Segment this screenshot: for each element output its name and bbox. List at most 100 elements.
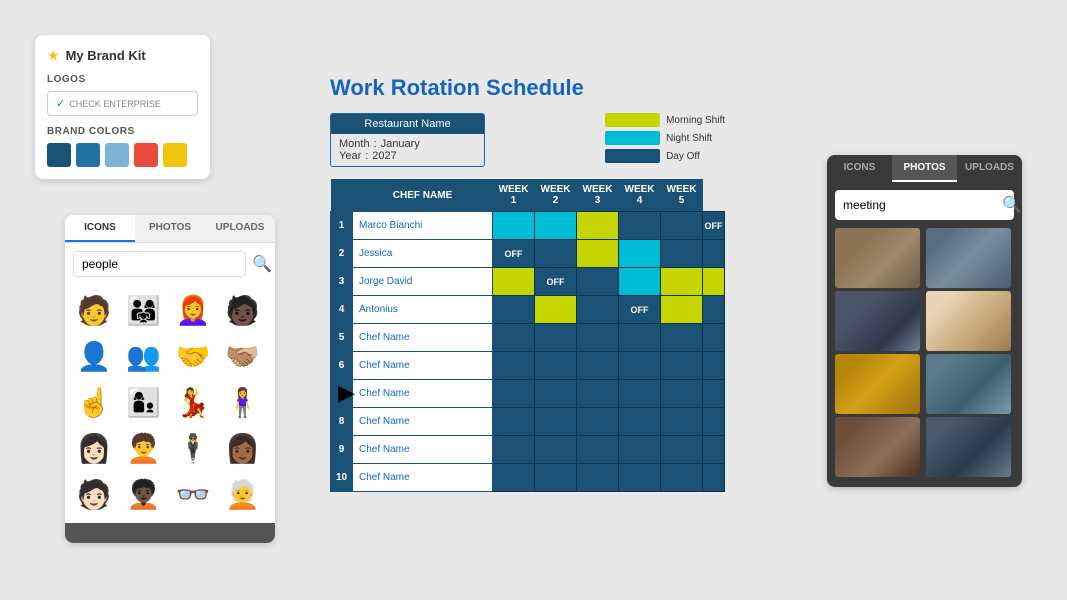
week-cell xyxy=(493,408,535,436)
week-cell xyxy=(577,352,619,380)
week-cell xyxy=(703,436,725,464)
icon-cell-15[interactable]: 🕴️ xyxy=(172,427,214,469)
photos-search-icon[interactable]: 🔍 xyxy=(1002,195,1022,215)
photo-thumb-6[interactable] xyxy=(926,354,1011,414)
legend-night-shift: Night Shift xyxy=(605,131,725,145)
icons-panel: ICONS PHOTOS UPLOADS 🔍 🧑 👨‍👩‍👧 👩‍🦰 🧑🏿 👤 … xyxy=(65,215,275,543)
week-cell xyxy=(619,380,661,408)
photo-thumb-3[interactable] xyxy=(835,291,920,351)
tab-uploads[interactable]: UPLOADS xyxy=(205,215,275,242)
week-cell: OFF xyxy=(535,268,577,296)
photo-thumb-2[interactable] xyxy=(926,228,1011,288)
icon-cell-6[interactable]: 👥 xyxy=(123,335,165,377)
week-cell xyxy=(535,212,577,240)
chef-name-cell: Jessica xyxy=(353,240,493,268)
icon-cell-3[interactable]: 👩‍🦰 xyxy=(172,289,214,331)
icon-cell-9[interactable]: ☝️ xyxy=(73,381,115,423)
icon-cell-18[interactable]: 🧑🏿‍🦱 xyxy=(123,473,165,515)
photos-tab-uploads[interactable]: UPLOADS xyxy=(957,155,1022,182)
photo-thumb-4[interactable] xyxy=(926,291,1011,351)
morning-shift-color xyxy=(605,113,660,127)
morning-shift-label: Morning Shift xyxy=(666,115,725,126)
table-row: 7Chef Name xyxy=(331,380,725,408)
photo-thumb-8[interactable] xyxy=(926,417,1011,477)
chef-name-cell: Chef Name xyxy=(353,464,493,492)
icon-cell-19[interactable]: 👓 xyxy=(172,473,214,515)
week-cell xyxy=(577,240,619,268)
week-cell: OFF xyxy=(703,212,725,240)
color-swatch-5[interactable] xyxy=(163,143,187,167)
color-swatch-2[interactable] xyxy=(76,143,100,167)
photos-tab-icons[interactable]: ICONS xyxy=(827,155,892,182)
schedule-container: Work Rotation Schedule Restaurant Name M… xyxy=(330,75,725,492)
icon-cell-11[interactable]: 💃 xyxy=(172,381,214,423)
chef-name-cell: Chef Name xyxy=(353,324,493,352)
table-row: 1Marco BianchiOFF xyxy=(331,212,725,240)
tab-photos[interactable]: PHOTOS xyxy=(135,215,205,242)
photo-thumb-7[interactable] xyxy=(835,417,920,477)
photo-thumb-1[interactable] xyxy=(835,228,920,288)
check-enterprise-button[interactable]: ✓ CHECK ENTERPRISE xyxy=(47,91,198,116)
chef-name-cell: Chef Name xyxy=(353,352,493,380)
icon-cell-17[interactable]: 🧑🏻 xyxy=(73,473,115,515)
row-number: 4 xyxy=(331,296,353,324)
week-cell xyxy=(493,352,535,380)
photos-search-input[interactable] xyxy=(843,198,998,212)
checkmark-icon: ✓ xyxy=(56,97,65,110)
table-row: 9Chef Name xyxy=(331,436,725,464)
year-value: 2027 xyxy=(372,150,396,162)
week-cell xyxy=(661,408,703,436)
week-cell xyxy=(703,464,725,492)
icon-cell-14[interactable]: 🧑‍🦱 xyxy=(123,427,165,469)
week-cell xyxy=(577,268,619,296)
week-cell xyxy=(703,296,725,324)
table-row: 6Chef Name xyxy=(331,352,725,380)
schedule-legend: Morning Shift Night Shift Day Off xyxy=(605,113,725,163)
icon-cell-13[interactable]: 👩🏻 xyxy=(73,427,115,469)
photos-search-bar: 🔍 xyxy=(835,190,1014,220)
icon-cell-8[interactable]: 🫱🏽‍🫲🏼 xyxy=(222,335,264,377)
color-swatch-3[interactable] xyxy=(105,143,129,167)
icon-grid: 🧑 👨‍👩‍👧 👩‍🦰 🧑🏿 👤 👥 🤝 🫱🏽‍🫲🏼 ☝️ 👩‍👦 💃 🧍‍♀️… xyxy=(65,285,275,523)
icon-cell-20[interactable]: 🧑‍🦳 xyxy=(222,473,264,515)
week-cell xyxy=(493,436,535,464)
week-cell xyxy=(661,464,703,492)
week-cell xyxy=(493,268,535,296)
color-swatch-4[interactable] xyxy=(134,143,158,167)
legend-morning-shift: Morning Shift xyxy=(605,113,725,127)
icon-cell-16[interactable]: 👩🏾 xyxy=(222,427,264,469)
header-week4: WEEK 4 xyxy=(619,179,661,212)
photos-tab-photos[interactable]: PHOTOS xyxy=(892,155,957,182)
week-cell xyxy=(577,408,619,436)
icon-cell-12[interactable]: 🧍‍♀️ xyxy=(222,381,264,423)
color-swatch-1[interactable] xyxy=(47,143,71,167)
week-cell xyxy=(703,240,725,268)
week-cell xyxy=(535,352,577,380)
week-cell: OFF xyxy=(619,296,661,324)
row-number: 5 xyxy=(331,324,353,352)
night-shift-label: Night Shift xyxy=(666,133,712,144)
chef-name-cell: Marco Bianchi xyxy=(353,212,493,240)
week-cell xyxy=(535,324,577,352)
week-cell xyxy=(493,296,535,324)
icon-cell-7[interactable]: 🤝 xyxy=(172,335,214,377)
header-week2: WEEK 2 xyxy=(535,179,577,212)
icon-cell-5[interactable]: 👤 xyxy=(73,335,115,377)
icon-cell-1[interactable]: 🧑 xyxy=(73,289,115,331)
icons-search-input[interactable] xyxy=(73,251,246,277)
icon-cell-2[interactable]: 👨‍👩‍👧 xyxy=(123,289,165,331)
week-cell xyxy=(661,296,703,324)
photo-thumb-5[interactable] xyxy=(835,354,920,414)
week-cell xyxy=(619,268,661,296)
icons-search-button[interactable]: 🔍 xyxy=(252,254,272,274)
month-value: January xyxy=(381,138,420,150)
week-cell xyxy=(577,380,619,408)
restaurant-details: Month : January Year : 2027 xyxy=(331,134,484,166)
icon-cell-10[interactable]: 👩‍👦 xyxy=(123,381,165,423)
schedule-info-row: Restaurant Name Month : January Year : 2… xyxy=(330,113,725,167)
brand-colors-label: BRAND COLORS xyxy=(47,126,198,137)
icon-cell-4[interactable]: 🧑🏿 xyxy=(222,289,264,331)
week-cell xyxy=(661,324,703,352)
tab-icons[interactable]: ICONS xyxy=(65,215,135,242)
table-row: 10Chef Name xyxy=(331,464,725,492)
